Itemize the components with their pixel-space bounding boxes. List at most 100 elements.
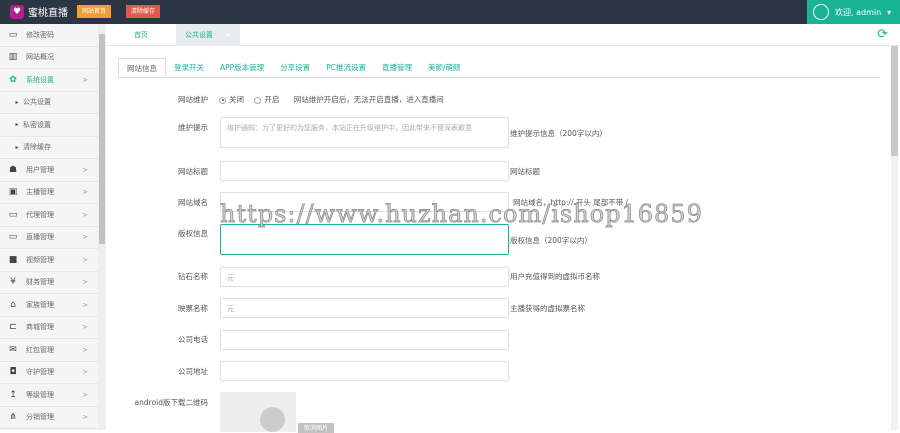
radio-off[interactable]: 关闭 (219, 95, 244, 104)
settings-tab[interactable]: 美颜/萌颜 (420, 58, 469, 77)
level-up-icon: ↥ (9, 389, 17, 400)
sidebar-item-label: 守护管理 (26, 368, 54, 377)
sidebar-item-label: 主播管理 (26, 188, 54, 197)
chevron-right-icon: > (82, 75, 88, 84)
cart-icon: ⊏ (9, 322, 17, 333)
share-icon (813, 4, 829, 20)
shield-icon: ◘ (9, 367, 17, 378)
sidebar-item[interactable]: ■ 视频管理 > (0, 249, 98, 272)
diamond-name-label: 钻石名称 (178, 272, 208, 281)
settings-tab[interactable]: 分享设置 (272, 58, 318, 77)
close-icon[interactable]: × (225, 31, 231, 39)
sidebar-item[interactable]: ¥ 财务管理 > (0, 272, 98, 294)
site-domain-input[interactable] (220, 192, 509, 212)
yen-icon: ¥ (10, 277, 16, 288)
chevron-right-icon: > (82, 188, 88, 197)
radio-on[interactable]: 开启 (254, 95, 279, 104)
android-qr-label: android版下载二维码 (134, 398, 208, 407)
copyright-hint: 版权信息（200字以内） (510, 236, 592, 245)
android-qr-upload[interactable] (220, 392, 296, 432)
company-phone-input[interactable] (220, 330, 509, 350)
chevron-right-icon: > (82, 255, 88, 264)
copyright-textarea[interactable] (220, 224, 509, 255)
site-title-hint: 网站标题 (510, 167, 540, 176)
sidebar-item[interactable]: ▥ 网站概况 (0, 47, 98, 69)
diamond-name-hint: 用户充值得到的虚拟币名称 (510, 272, 600, 281)
diamond-name-input[interactable]: 元 (220, 267, 509, 287)
monitor-icon: ▭ (8, 29, 18, 40)
remove-image-button[interactable]: 取消图片 (298, 423, 335, 433)
bar-chart-icon: ▥ (8, 52, 18, 63)
caret-down-icon: ▾ (887, 7, 892, 17)
company-addr-label: 公司地址 (178, 367, 208, 376)
sidebar-item[interactable]: ✿ 系统设置 > (0, 69, 98, 92)
caret-icon: ▸ (15, 143, 19, 151)
app-name: 蜜桃直播 (28, 8, 68, 19)
tab-home[interactable]: 首页 (106, 24, 176, 46)
chevron-right-icon: > (82, 413, 88, 422)
settings-tab[interactable]: 直播管理 (374, 58, 420, 77)
maint-tip-hint: 维护提示信息（200字以内） (510, 129, 607, 138)
envelope-icon: ✉ (9, 344, 17, 355)
radio-icon (219, 96, 226, 104)
settings-tab[interactable]: 网站信息 (118, 58, 166, 77)
maintenance-radios: 关闭 开启 网站维护开启后，无法开启直播，进入直播间 (219, 94, 444, 105)
company-addr-input[interactable] (220, 361, 509, 381)
sidebar-item[interactable]: ▣ 主播管理 > (0, 182, 98, 204)
main-scrollbar[interactable] (891, 46, 898, 430)
settings-tab[interactable]: APP版本管理 (212, 58, 272, 77)
chevron-right-icon: > (82, 233, 88, 242)
ticket-name-input[interactable]: 元 (220, 298, 509, 318)
user-greeting: 欢迎, admin (835, 7, 882, 17)
page-tabs: 首页 公共设置 × ⟳ (106, 24, 900, 46)
maint-tip-textarea[interactable]: 维护通知：为了更好的为您服务，本站正在升级维护中，因此带来不便深表歉意 (220, 117, 509, 148)
maintenance-label: 网站维护 (178, 95, 208, 104)
sidebar-item[interactable]: ⋔ 分销管理 > (0, 407, 98, 429)
chevron-right-icon: > (82, 323, 88, 332)
company-phone-label: 公司电话 (178, 335, 208, 344)
sidebar-item[interactable]: ✉ 红包管理 > (0, 339, 98, 362)
refresh-icon[interactable]: ⟳ (877, 27, 888, 42)
image-placeholder-icon (260, 407, 285, 432)
settings-tab[interactable]: PC推流设置 (318, 58, 374, 77)
caret-icon: ▸ (15, 121, 19, 129)
tab-public-settings[interactable]: 公共设置 × (176, 24, 240, 46)
settings-tab[interactable]: 登录开关 (166, 58, 212, 77)
sidebar-item-label: 视频管理 (26, 255, 54, 264)
chevron-right-icon: > (82, 165, 88, 174)
ticket-name-hint: 主播获得的虚拟票名称 (510, 304, 585, 313)
radio-label: 开启 (264, 95, 280, 104)
sidebar-item-label: 清除缓存 (23, 143, 51, 152)
gears-icon: ✿ (9, 74, 17, 85)
sidebar-scrollbar[interactable] (98, 24, 106, 430)
sidebar-item[interactable]: ▸ 私密设置 (0, 114, 98, 137)
sidebar-item[interactable]: ⊏ 商城管理 > (0, 317, 98, 339)
sidebar-item[interactable]: ▸ 公共设置 (0, 92, 98, 114)
sidebar-item-label: 系统设置 (26, 75, 54, 84)
sidebar-item[interactable]: ⌂ 家族管理 > (0, 294, 98, 317)
sidebar-item[interactable]: ▭ 直播管理 > (0, 227, 98, 249)
sidebar-item[interactable]: ◘ 守护管理 > (0, 362, 98, 384)
clear-cache-button[interactable]: 清除缓存 (126, 5, 161, 18)
settings-tabs: 网站信息 登录开关 APP版本管理 分享设置 PC推流设置 直播管理 美颜/萌颜 (118, 58, 880, 78)
site-title-input[interactable] (220, 161, 509, 181)
sidebar-item[interactable]: ▸ 清除缓存 (0, 137, 98, 159)
bank-icon: ⌂ (10, 299, 16, 310)
sidebar-item[interactable]: ▭ 代理管理 > (0, 204, 98, 227)
chevron-right-icon: > (82, 210, 88, 219)
scroll-thumb[interactable] (99, 34, 105, 244)
sidebar-item-label: 等级管理 (26, 390, 54, 399)
users-icon: ☗ (8, 164, 18, 175)
site-domain-label: 网站域名 (178, 198, 208, 207)
copyright-label: 版权信息 (178, 229, 208, 238)
sidebar-item[interactable]: ▭ 修改密码 (0, 24, 98, 47)
sidebar-item[interactable]: ↥ 等级管理 > (0, 384, 98, 407)
scroll-thumb[interactable] (891, 46, 898, 156)
sidebar-item-label: 私密设置 (23, 120, 51, 129)
site-home-button[interactable]: 网站首页 (77, 5, 112, 18)
sidebar-item-label: 财务管理 (26, 278, 54, 287)
top-header: ♥ 蜜桃直播 网站首页 清除缓存 欢迎, admin ▾ (0, 0, 900, 24)
sidebar-item[interactable]: ☗ 用户管理 > (0, 159, 98, 182)
app-logo: ♥ 蜜桃直播 (10, 4, 68, 19)
user-menu[interactable]: 欢迎, admin ▾ (807, 0, 900, 24)
